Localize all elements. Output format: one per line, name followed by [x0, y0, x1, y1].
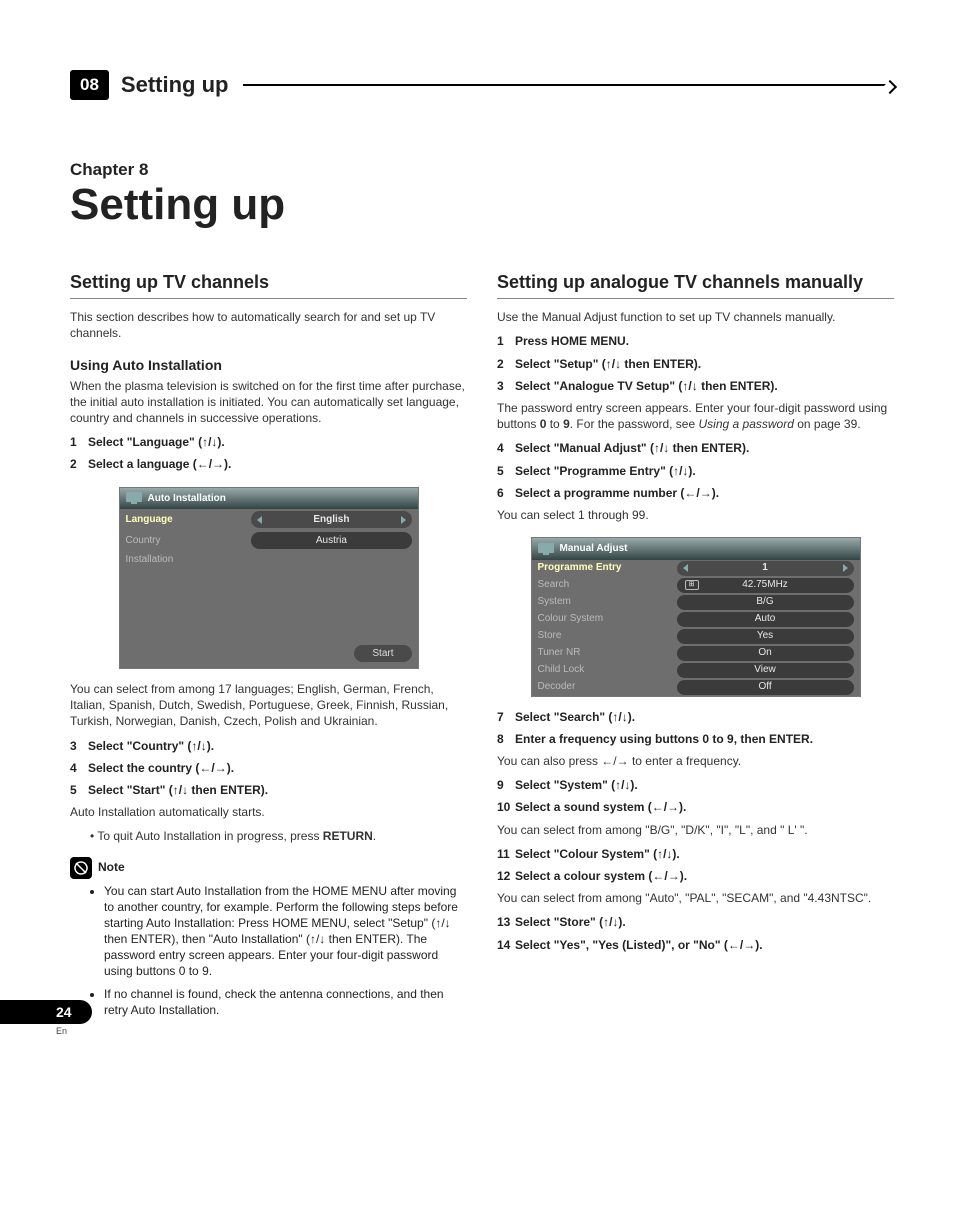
step: 5Select "Programme Entry" (↑/↓). [497, 463, 894, 479]
step: 13Select "Store" (↑/↓). [497, 914, 894, 930]
page-number: 24 [0, 1000, 92, 1024]
osd-row: Tuner NROn [532, 645, 860, 662]
header-rule [243, 84, 894, 86]
left-h2: Setting up TV channels [70, 270, 467, 294]
left-intro: This section describes how to automatica… [70, 309, 467, 341]
osd-title: Auto Installation [120, 488, 418, 510]
step: 1Select "Language" (↑/↓). [70, 434, 467, 450]
osd-row: LanguageEnglish [120, 509, 418, 530]
osd-title: Manual Adjust [532, 538, 860, 560]
left-h3: Using Auto Installation [70, 356, 467, 375]
page-lang: En [56, 1026, 92, 1036]
chapter-title: Setting up [70, 180, 894, 230]
osd-row: Colour SystemAuto [532, 611, 860, 628]
pwd-note: The password entry screen appears. Enter… [497, 400, 894, 432]
right-column: Setting up analogue TV channels manually… [497, 270, 894, 1024]
osd-row: DecoderOff [532, 679, 860, 696]
note-label: Note [98, 859, 125, 875]
osd-start-button: Start [354, 645, 411, 663]
osd-row: StoreYes [532, 628, 860, 645]
step: 11Select "Colour System" (↑/↓). [497, 846, 894, 862]
lang-list: You can select from among 17 languages; … [70, 681, 467, 730]
step: 2Select a language (←/→). [70, 456, 467, 472]
section-number-badge: 08 [70, 70, 109, 100]
monitor-icon [538, 543, 554, 555]
osd-row: Installation [120, 551, 418, 569]
note-list: You can start Auto Installation from the… [104, 883, 467, 1019]
monitor-icon [126, 492, 142, 504]
sound-note: You can select from among "B/G", "D/K", … [497, 822, 894, 838]
right-intro: Use the Manual Adjust function to set up… [497, 309, 894, 325]
osd-row: Child LockView [532, 662, 860, 679]
quit-bullet: • To quit Auto Installation in progress,… [90, 828, 467, 844]
osd-row: CountryAustria [120, 530, 418, 551]
osd-row: Programme Entry1 [532, 560, 860, 577]
step: 5Select "Start" (↑/↓ then ENTER). [70, 782, 467, 798]
step: 4Select the country (←/→). [70, 760, 467, 776]
left-column: Setting up TV channels This section desc… [70, 270, 467, 1024]
keypad-icon: ⊞ [685, 580, 699, 590]
section-title: Setting up [121, 72, 229, 98]
osd-manual-adjust: Manual Adjust Programme Entry1 Search⊞42… [531, 537, 861, 697]
freq-note: You can also press ←/→ to enter a freque… [497, 753, 894, 769]
step: 1Press HOME MENU. [497, 333, 894, 349]
step: 14Select "Yes", "Yes (Listed)", or "No" … [497, 937, 894, 953]
step: 4Select "Manual Adjust" (↑/↓ then ENTER)… [497, 440, 894, 456]
step: 3Select "Analogue TV Setup" (↑/↓ then EN… [497, 378, 894, 394]
chapter-heading: Chapter 8 Setting up [70, 160, 894, 230]
step: 8Enter a frequency using buttons 0 to 9,… [497, 731, 894, 747]
step: 6Select a programme number (←/→). [497, 485, 894, 501]
page-footer: 24 En [0, 1000, 92, 1036]
left-desc: When the plasma television is switched o… [70, 378, 467, 427]
step: 3Select "Country" (↑/↓). [70, 738, 467, 754]
step: 9Select "System" (↑/↓). [497, 777, 894, 793]
note-icon [70, 857, 92, 879]
chapter-label: Chapter 8 [70, 160, 894, 180]
osd-row: SystemB/G [532, 594, 860, 611]
range-note: You can select 1 through 99. [497, 507, 894, 523]
step: 10Select a sound system (←/→). [497, 799, 894, 815]
right-h2: Setting up analogue TV channels manually [497, 270, 894, 294]
osd-row: Search⊞42.75MHz [532, 577, 860, 594]
step: 7Select "Search" (↑/↓). [497, 709, 894, 725]
step: 12Select a colour system (←/→). [497, 868, 894, 884]
step: 2Select "Setup" (↑/↓ then ENTER). [497, 356, 894, 372]
colour-note: You can select from among "Auto", "PAL",… [497, 890, 894, 906]
autostart-note: Auto Installation automatically starts. [70, 804, 467, 820]
osd-auto-installation: Auto Installation LanguageEnglish Countr… [119, 487, 419, 670]
page-header: 08 Setting up [70, 70, 894, 100]
